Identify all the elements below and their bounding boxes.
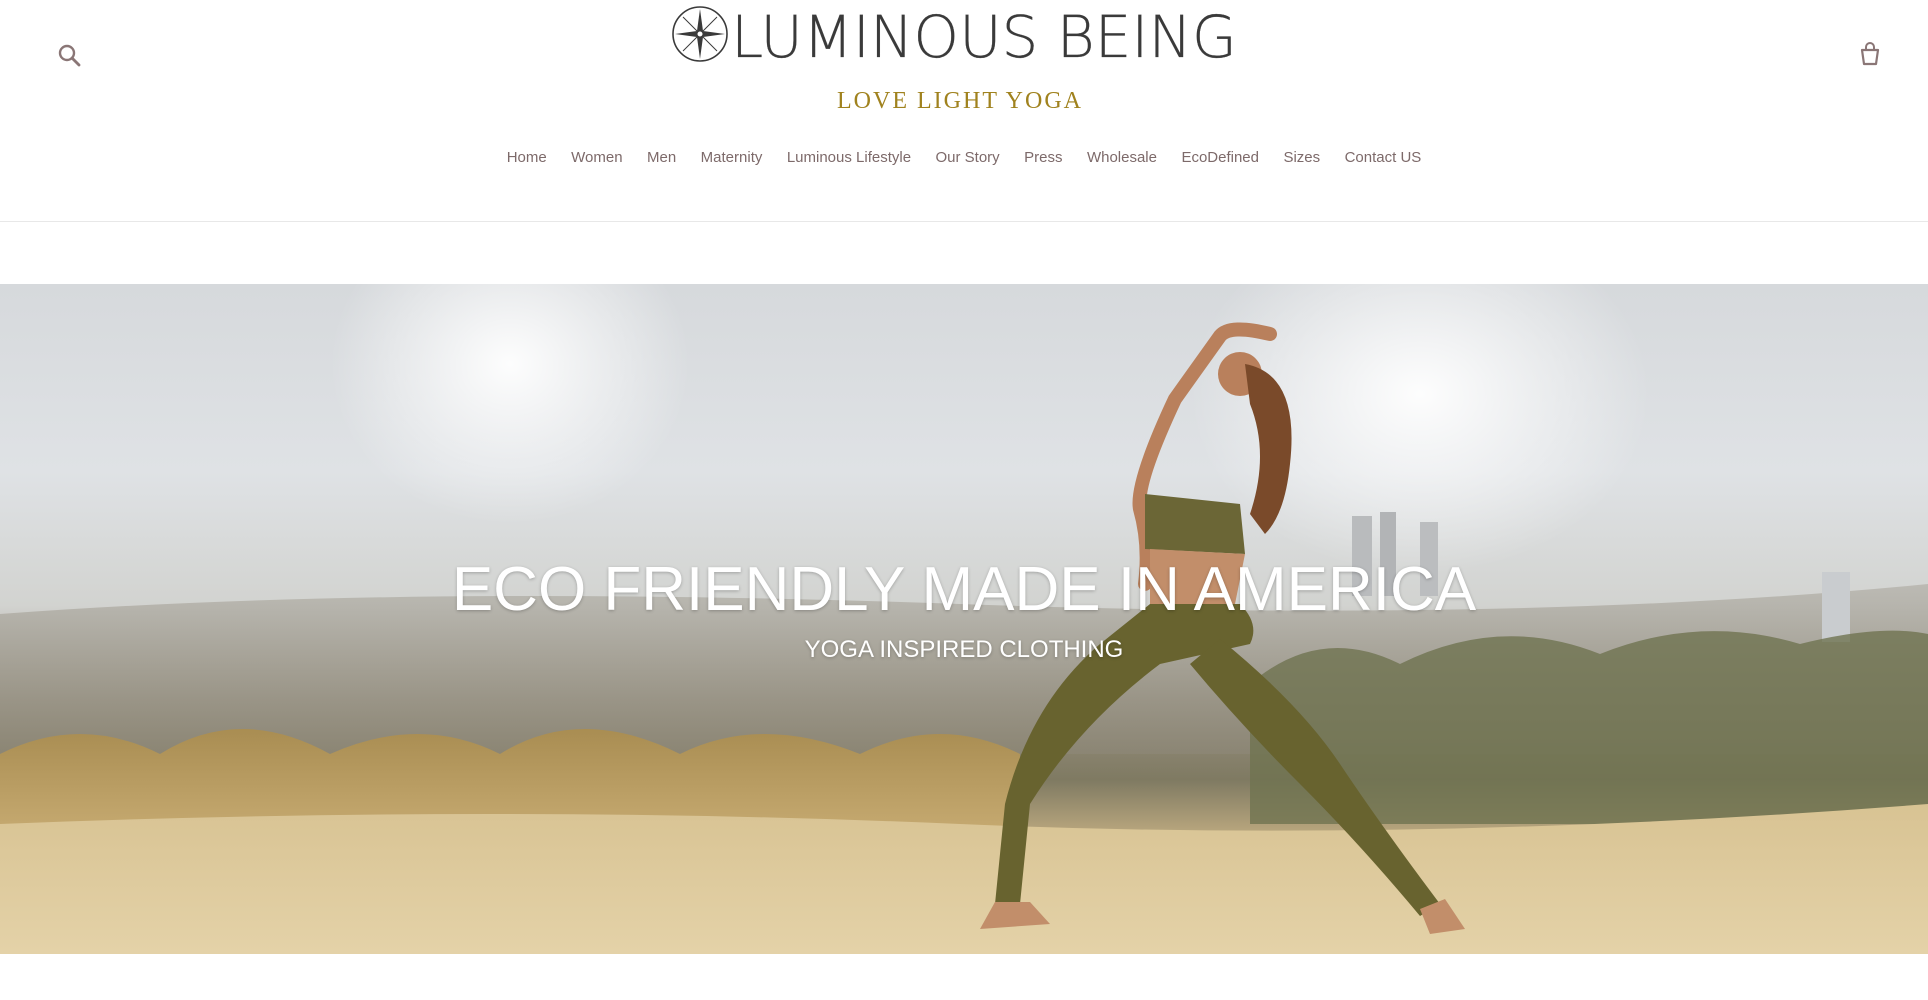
nav-item-wholesale[interactable]: Wholesale <box>1087 149 1157 166</box>
hero-subtitle: YOGA INSPIRED CLOTHING <box>804 636 1124 663</box>
compass-star-icon <box>672 6 728 62</box>
brand-tagline: LOVE LIGHT YOGA <box>837 88 1083 114</box>
nav-item-ecodefined[interactable]: EcoDefined <box>1181 149 1259 166</box>
nav-item-women[interactable]: Women <box>571 149 622 166</box>
nav-item-men[interactable]: Men <box>647 149 676 166</box>
nav-item-our-story[interactable]: Our Story <box>936 149 1000 166</box>
hero-title: ECO FRIENDLY MADE IN AMERICA <box>451 555 1477 624</box>
brand-name: LUMINOUS BEING <box>731 3 1237 71</box>
cart-icon <box>1860 42 1880 66</box>
cart-button[interactable] <box>1856 40 1884 68</box>
nav-item-home[interactable]: Home <box>507 149 547 166</box>
hero-banner[interactable]: ECO FRIENDLY MADE IN AMERICA YOGA INSPIR… <box>0 284 1928 954</box>
nav-item-luminous-lifestyle[interactable]: Luminous Lifestyle <box>787 149 911 166</box>
nav-item-contact-us[interactable]: Contact US <box>1345 149 1422 166</box>
nav-item-press[interactable]: Press <box>1024 149 1062 166</box>
brand-logo[interactable]: LUMINOUS BEING LOVE LIGHT YOGA <box>665 2 1265 126</box>
nav-item-maternity[interactable]: Maternity <box>701 149 763 166</box>
site-header: LUMINOUS BEING LOVE LIGHT YOGA Home Wome… <box>0 0 1928 222</box>
search-icon <box>58 44 81 67</box>
main-nav: Home Women Men Maternity Luminous Lifest… <box>0 149 1928 167</box>
search-button[interactable] <box>56 42 84 70</box>
nav-item-sizes[interactable]: Sizes <box>1283 149 1320 166</box>
